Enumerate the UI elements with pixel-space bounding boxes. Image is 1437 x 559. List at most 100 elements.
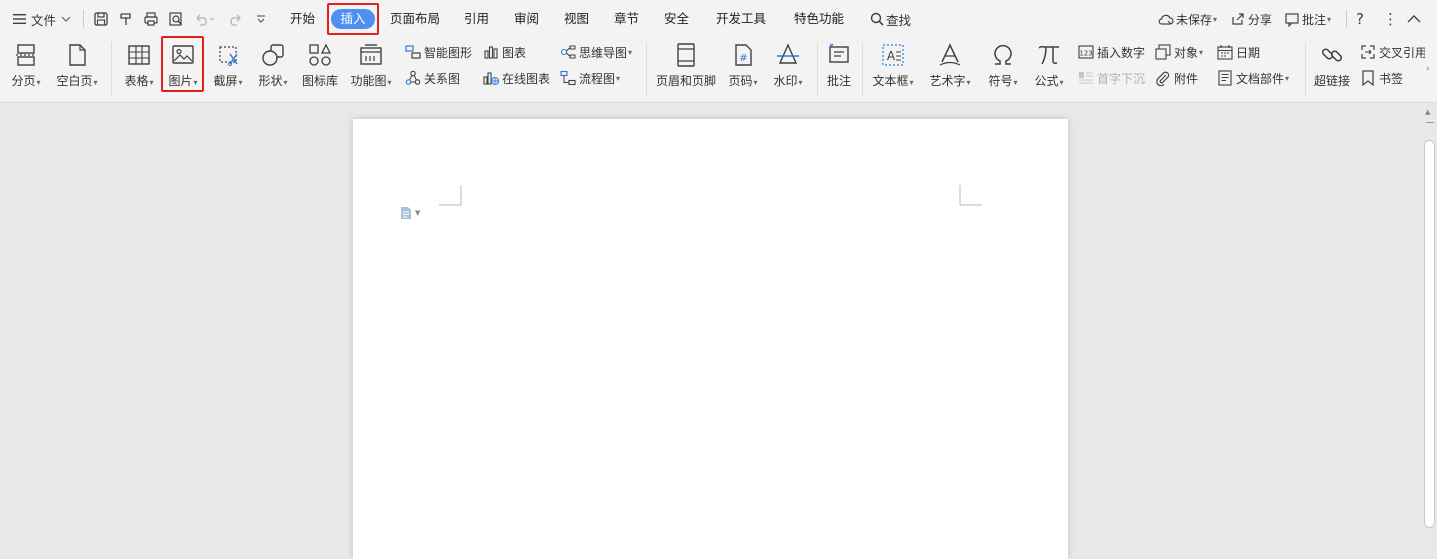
watermark-icon	[777, 43, 799, 64]
date-button[interactable]: 日期	[1217, 43, 1260, 61]
tab-references[interactable]: 引用	[464, 8, 489, 30]
page-number-button[interactable]: # 页码▾	[722, 40, 764, 96]
title-menu-bar: 文件 开始 插入 页面布局 引用 审阅 视图 章节 安全 开发工具 特色功能 查…	[0, 0, 1437, 38]
blank-page-icon	[69, 44, 86, 66]
smart-shape-button[interactable]: 智能图形	[405, 43, 472, 61]
icon-library-button[interactable]: 图标库	[298, 40, 342, 96]
cloud-icon	[1158, 14, 1174, 25]
watermark-label: 水印	[773, 74, 798, 88]
ribbon-scroll-right-icon[interactable]: ›	[1426, 64, 1430, 74]
svg-text:123: 123	[1079, 50, 1092, 58]
more-options-icon[interactable]: ⋮	[1383, 0, 1398, 38]
tab-page-layout[interactable]: 页面布局	[390, 8, 440, 30]
tab-review[interactable]: 审阅	[514, 8, 539, 30]
watermark-button[interactable]: 水印▾	[767, 40, 809, 96]
caret-down-icon: ▾	[1285, 73, 1290, 83]
share-button[interactable]: 分享	[1230, 0, 1272, 38]
file-menu-label: 文件	[31, 12, 57, 28]
cross-reference-button[interactable]: 交叉引用	[1360, 43, 1425, 61]
comment-menu-button[interactable]: 批注 ▾	[1284, 0, 1331, 38]
comment-icon	[1285, 13, 1299, 27]
chart-button[interactable]: 图表	[483, 43, 526, 61]
paragraph-options-button[interactable]: ▼	[400, 206, 420, 220]
insert-number-button[interactable]: 123 插入数字	[1078, 43, 1145, 61]
caret-down-icon: ▾	[1059, 78, 1064, 87]
flowchart-button[interactable]: 流程图 ▾	[560, 69, 620, 87]
paperclip-icon	[1156, 71, 1170, 86]
search-label: 查找	[886, 12, 912, 28]
screenshot-icon	[219, 46, 238, 67]
mind-map-button[interactable]: 思维导图 ▾	[560, 43, 632, 61]
object-label: 对象	[1174, 45, 1199, 60]
caret-down-icon: ▾	[1327, 14, 1332, 24]
caret-down-icon: ▾	[1013, 78, 1018, 87]
divider	[862, 42, 863, 96]
undo-button[interactable]	[194, 0, 216, 38]
header-footer-button[interactable]: 页眉和页脚	[652, 40, 720, 96]
drop-cap-button[interactable]: 首字下沉	[1078, 69, 1145, 87]
document-page[interactable]: ▼	[353, 119, 1068, 559]
quick-access-dropdown[interactable]	[255, 0, 267, 38]
number-icon: 123	[1078, 45, 1094, 59]
relation-chart-button[interactable]: 关系图	[405, 69, 460, 87]
table-button[interactable]: 表格▾	[118, 40, 160, 96]
screenshot-button[interactable]: 截屏▾	[207, 40, 249, 96]
formula-button[interactable]: 公式▾	[1028, 40, 1070, 96]
tab-security[interactable]: 安全	[664, 8, 689, 30]
format-painter-icon	[120, 13, 131, 25]
caret-down-icon: ▾	[966, 78, 971, 87]
tab-special-features[interactable]: 特色功能	[794, 8, 844, 30]
mind-map-label: 思维导图	[579, 45, 628, 60]
symbol-button[interactable]: 符号▾	[982, 40, 1024, 96]
link-icon	[1321, 48, 1343, 62]
mind-map-icon	[560, 45, 576, 59]
help-icon[interactable]: ?	[1356, 0, 1364, 38]
divider	[1346, 10, 1347, 28]
print-button[interactable]	[143, 0, 159, 38]
tab-developer-tools[interactable]: 开发工具	[716, 8, 766, 30]
collapse-ribbon-button[interactable]	[1406, 0, 1422, 38]
blank-page-button[interactable]: 空白页▾	[52, 40, 102, 96]
header-footer-icon	[677, 43, 695, 67]
page-break-button[interactable]: 分页▾	[4, 40, 48, 96]
relation-chart-icon	[405, 70, 421, 85]
attachment-button[interactable]: 附件	[1155, 69, 1198, 87]
tab-home[interactable]: 开始	[290, 8, 315, 30]
object-button[interactable]: 对象 ▾	[1155, 43, 1203, 61]
function-chart-button[interactable]: 功能图▾	[346, 40, 396, 96]
scrollbar-thumb[interactable]	[1424, 140, 1435, 528]
redo-button[interactable]	[227, 0, 243, 38]
file-menu[interactable]: 文件	[12, 0, 72, 38]
bookmark-button[interactable]: 书签	[1360, 69, 1403, 87]
pi-formula-icon	[1038, 45, 1059, 65]
insert-comment-button[interactable]: 批注	[822, 40, 856, 96]
caret-down-icon: ▾	[149, 78, 154, 87]
bar-chart-icon	[484, 46, 498, 59]
word-art-button[interactable]: 艺术字▾	[924, 40, 976, 96]
online-chart-button[interactable]: 在线图表	[483, 69, 550, 87]
caret-down-icon: ▾	[283, 78, 288, 87]
save-button[interactable]	[93, 0, 109, 38]
tab-view[interactable]: 视图	[564, 8, 589, 30]
shape-button[interactable]: 形状▾	[252, 40, 294, 96]
unsaved-status-button[interactable]: 未保存 ▾	[1157, 0, 1217, 38]
print-preview-icon	[169, 12, 182, 26]
text-box-icon: A	[882, 44, 904, 66]
comment-insert-icon	[829, 43, 849, 63]
scroll-up-arrow-icon[interactable]: ▲	[1425, 108, 1430, 116]
format-painter-button[interactable]	[118, 0, 134, 38]
tab-section[interactable]: 章节	[614, 8, 639, 30]
search-button[interactable]: 查找	[869, 0, 911, 38]
symbol-label: 符号	[988, 74, 1013, 88]
print-preview-button[interactable]	[168, 0, 184, 38]
icon-library-label: 图标库	[301, 74, 338, 88]
comment-menu-label: 批注	[1302, 12, 1327, 27]
screenshot-label: 截屏	[213, 74, 238, 88]
text-box-button[interactable]: A 文本框▾	[867, 40, 919, 96]
bookmark-icon	[1362, 70, 1374, 86]
flowchart-label: 流程图	[579, 71, 616, 86]
hyperlink-button[interactable]: 超链接	[1310, 40, 1354, 96]
highlight-box-insert-tab	[327, 3, 379, 35]
doc-parts-button[interactable]: 文档部件 ▾	[1217, 69, 1289, 87]
word-art-label: 艺术字	[929, 74, 966, 88]
